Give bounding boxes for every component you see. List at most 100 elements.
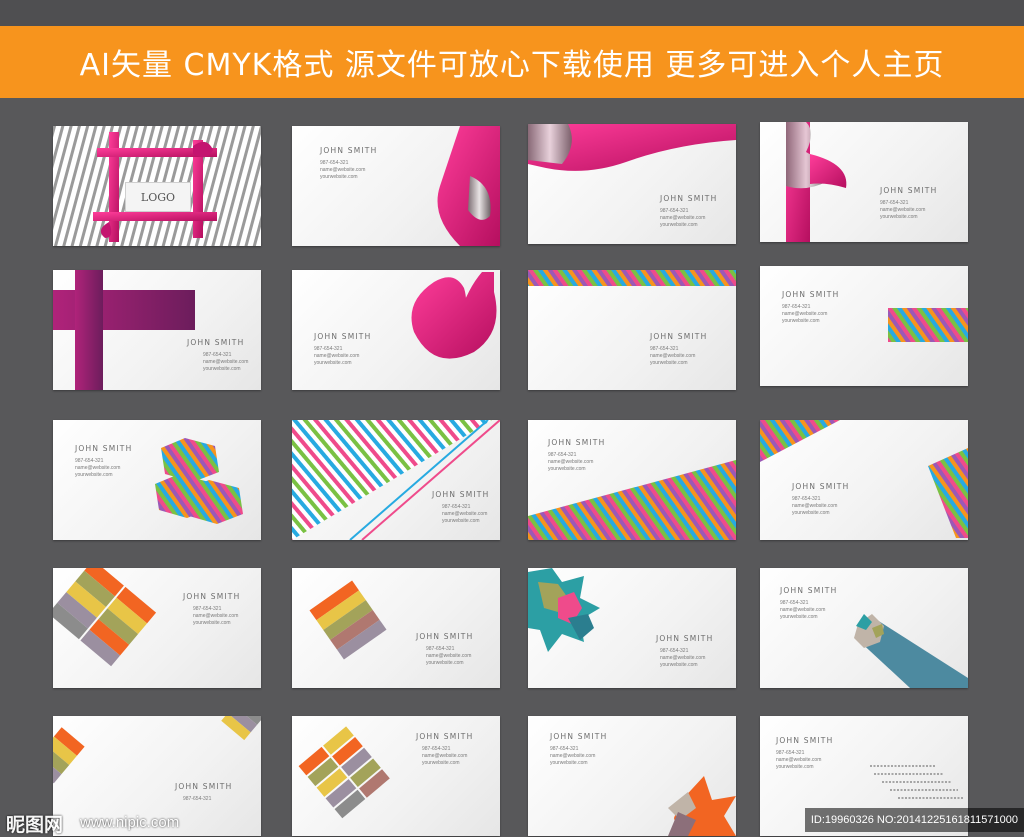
card-contact: 987-654-321 name@website.com yourwebsite… <box>193 606 238 628</box>
card-name: JOHN SMITH <box>75 444 133 453</box>
card-contact: 987-654-321 name@website.com yourwebsite… <box>75 458 120 480</box>
card-contact: 987-654-321 name@website.com yourwebsite… <box>792 496 837 518</box>
card-phone: 987-654-321 <box>650 346 679 352</box>
color-diamond-art <box>309 580 387 660</box>
card-name: JOHN SMITH <box>880 186 938 195</box>
card-phone: 987-654-321 <box>792 496 821 502</box>
card-name: JOHN SMITH <box>416 632 474 641</box>
top-strip <box>0 0 1024 26</box>
card-web: yourwebsite.com <box>314 360 352 367</box>
card-phone: 987-654-321 <box>75 458 104 464</box>
card-email: name@website.com <box>880 207 926 214</box>
card-web: yourwebsite.com <box>550 760 588 767</box>
card-contact: 987-654-321 name@website.com yourwebsite… <box>314 346 359 368</box>
business-card-14: JOHN SMITH 987-654-321 name@website.com … <box>292 568 500 688</box>
card-web: yourwebsite.com <box>75 472 113 479</box>
card-contact: 987-654-321 name@website.com yourwebsite… <box>422 746 467 768</box>
stripe-block-art <box>888 308 968 342</box>
promo-banner: AI矢量 CMYK格式 源文件可放心下载使用 更多可进入个人主页 <box>0 26 1024 98</box>
card-name: JOHN SMITH <box>175 782 233 791</box>
business-card-13: JOHN SMITH 987-654-321 name@website.com … <box>53 568 261 688</box>
card-email: name@website.com <box>422 753 468 760</box>
color-block-art <box>53 568 157 667</box>
card-name: JOHN SMITH <box>183 592 241 601</box>
card-web: yourwebsite.com <box>880 214 918 221</box>
business-card-3: JOHN SMITH 987-654-321 name@website.com … <box>528 124 736 244</box>
teal-star-art <box>528 568 600 652</box>
business-card-12: JOHN SMITH 987-654-321 name@website.com … <box>760 420 968 540</box>
card-contact: 987-654-321 name@website.com yourwebsite… <box>660 648 705 670</box>
card-web: yourwebsite.com <box>776 764 814 771</box>
card-name: JOHN SMITH <box>550 732 608 741</box>
card-name: JOHN SMITH <box>187 338 245 347</box>
card-email: name@website.com <box>75 465 121 472</box>
card-email: name@website.com <box>548 459 594 466</box>
site-url: www.nipic.com <box>80 814 180 831</box>
card-phone: 987-654-321 <box>426 646 455 652</box>
business-card-1: LOGO <box>53 126 261 246</box>
card-name: JOHN SMITH <box>548 438 606 447</box>
card-phone: 987-654-321 <box>660 648 689 654</box>
site-logo: 昵图网 <box>6 814 64 836</box>
card-web: yourwebsite.com <box>426 660 464 667</box>
card-phone: 987-654-321 <box>422 746 451 752</box>
business-card-6: JOHN SMITH 987-654-321 name@website.com … <box>292 270 500 390</box>
business-card-4: JOHN SMITH 987-654-321 name@website.com … <box>760 122 968 242</box>
business-card-15: JOHN SMITH 987-654-321 name@website.com … <box>528 568 736 688</box>
card-phone: 987-654-321 <box>776 750 805 756</box>
business-card-5: JOHN SMITH 987-654-321 name@website.com … <box>53 270 261 390</box>
card-contact: 987-654-321 name@website.com yourwebsite… <box>776 750 821 772</box>
card-email: name@website.com <box>776 757 822 764</box>
magenta-ribbon-art <box>437 126 500 246</box>
card-contact: 987-654-321 name@website.com yourwebsite… <box>548 452 593 474</box>
business-card-16: JOHN SMITH 987-654-321 name@website.com … <box>760 568 968 688</box>
card-contact: 987-654-321 name@website.com yourwebsite… <box>660 208 705 230</box>
card-name: JOHN SMITH <box>792 482 850 491</box>
stripe-hexagon-art <box>155 438 243 524</box>
card-phone: 987-654-321 <box>548 452 577 458</box>
card-email: name@website.com <box>650 353 696 360</box>
card-phone: 987-654-321 <box>442 504 471 510</box>
business-card-11: JOHN SMITH 987-654-321 name@website.com … <box>528 420 736 540</box>
card-email: name@website.com <box>660 215 706 222</box>
card-web: yourwebsite.com <box>780 614 818 621</box>
card-web: yourwebsite.com <box>548 466 586 473</box>
card-contact: 987-654-321 name@website.com yourwebsite… <box>426 646 471 668</box>
card-email: name@website.com <box>193 613 239 620</box>
business-card-7: JOHN SMITH 987-654-321 name@website.com … <box>528 270 736 390</box>
card-contact: 987-654-321 name@website.com yourwebsite… <box>782 304 827 326</box>
card-web: yourwebsite.com <box>650 360 688 367</box>
card-web: yourwebsite.com <box>660 222 698 229</box>
card-contact: 987-654-321 name@website.com yourwebsite… <box>320 160 365 182</box>
card-contact: 987-654-321 name@website.com yourwebsite… <box>780 600 825 622</box>
card-contact: 987-654-321 name@website.com yourwebsite… <box>550 746 595 768</box>
card-contact: 987-654-321 name@website.com yourwebsite… <box>203 352 248 374</box>
vertical-ribbon-art <box>786 122 847 242</box>
card-contact: 987-654-321 name@website.com yourwebsite… <box>442 504 487 526</box>
card-name: JOHN SMITH <box>314 332 372 341</box>
banner-text: AI矢量 CMYK格式 源文件可放心下载使用 更多可进入个人主页 <box>79 48 945 83</box>
image-id-label: ID:19960326 NO:20141225161811571000 <box>804 808 1024 832</box>
card-name: JOHN SMITH <box>650 332 708 341</box>
card-email: name@website.com <box>426 653 472 660</box>
watermark-footer: 昵图网 www.nipic.com ID:19960326 NO:2014122… <box>0 806 1024 836</box>
card-phone: 987-654-321 <box>203 352 232 358</box>
card-contact: 987-654-321 name@website.com yourwebsite… <box>880 200 925 222</box>
card-email: name@website.com <box>550 753 596 760</box>
card-name: JOHN SMITH <box>660 194 718 203</box>
card-email: name@website.com <box>782 311 828 318</box>
card-name: JOHN SMITH <box>782 290 840 299</box>
card-email: name@website.com <box>442 511 488 518</box>
magenta-loop-art <box>411 272 497 359</box>
card-contact: 987-654-321 name@website.com yourwebsite… <box>650 346 695 368</box>
card-phone: 987-654-321 <box>660 208 689 214</box>
card-email: name@website.com <box>660 655 706 662</box>
card-web: yourwebsite.com <box>442 518 480 525</box>
business-card-8: JOHN SMITH 987-654-321 name@website.com … <box>760 266 968 386</box>
card-name: JOHN SMITH <box>656 634 714 643</box>
card-email: name@website.com <box>314 353 360 360</box>
card-name: JOHN SMITH <box>432 490 490 499</box>
card-phone: 987-654-321 <box>314 346 343 352</box>
card-email: name@website.com <box>320 167 366 174</box>
card-phone: 987-654-321 <box>193 606 222 612</box>
